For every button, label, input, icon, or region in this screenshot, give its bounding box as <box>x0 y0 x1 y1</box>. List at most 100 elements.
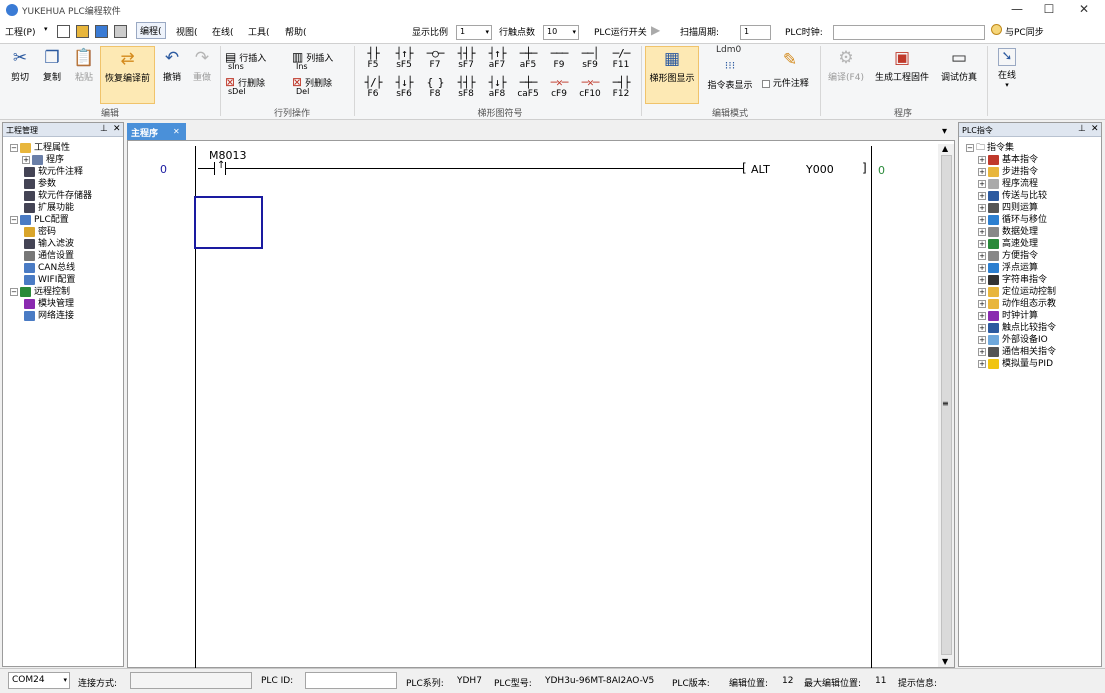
instruction-category-1[interactable]: + 步进指令 <box>966 166 1056 178</box>
ladder-symbol-cf10-button[interactable]: ─✕─ cF10 <box>577 76 603 99</box>
ladder-symbol-sf6-button[interactable]: ┤↓├ sF6 <box>391 76 417 99</box>
instruction-category-8[interactable]: + 方便指令 <box>966 250 1056 262</box>
compile-button[interactable]: ⚙ 编译(F4) <box>822 48 870 83</box>
expand-icon[interactable]: + <box>978 323 986 332</box>
instruction-category-12[interactable]: + 动作组态示教 <box>966 298 1056 310</box>
expand-icon[interactable]: + <box>978 191 986 200</box>
tree-node-3[interactable]: 参数 <box>10 178 92 190</box>
scroll-up-icon[interactable]: ▲ <box>942 144 948 153</box>
expand-icon[interactable]: + <box>978 311 986 320</box>
ladder-symbol-cf9-button[interactable]: ─✕─ cF9 <box>546 76 572 99</box>
instruction-category-4[interactable]: + 四则运算 <box>966 202 1056 214</box>
debug-sim-button[interactable]: ▭ 调试仿真 <box>936 48 982 83</box>
print-icon[interactable] <box>114 25 127 38</box>
component-comment-checkbox[interactable]: 元件注释 <box>762 76 809 89</box>
menu-project[interactable]: 工程(P) <box>5 25 35 38</box>
menu-dropdown-icon[interactable]: ▾ <box>44 25 48 33</box>
ladder-symbol-sf5-button[interactable]: ┤↑├ sF5 <box>391 47 417 70</box>
expand-icon[interactable]: + <box>978 203 986 212</box>
expand-icon[interactable]: + <box>978 155 986 164</box>
instruction-category-6[interactable]: + 数据处理 <box>966 226 1056 238</box>
close-window-button[interactable]: ✕ <box>1070 2 1098 16</box>
minimize-button[interactable]: — <box>1003 2 1031 16</box>
ladder-symbol-f9-button[interactable]: ─── F9 <box>546 47 572 70</box>
restore-button[interactable]: ⇄ 恢复编译前 <box>100 46 155 104</box>
open-folder-icon[interactable] <box>76 25 89 38</box>
paste-button[interactable]: 📋 粘贴 <box>70 48 98 83</box>
maximize-button[interactable]: ☐ <box>1035 2 1063 16</box>
menu-tools[interactable]: 工具( <box>248 25 270 38</box>
instruction-category-15[interactable]: + 外部设备IO <box>966 334 1056 346</box>
tree-node-2[interactable]: 软元件注释 <box>10 166 92 178</box>
tree-node-11[interactable]: WIFI配置 <box>10 274 92 286</box>
cut-button[interactable]: ✂ 剪切 <box>6 48 34 83</box>
instruction-category-9[interactable]: + 浮点运算 <box>966 262 1056 274</box>
rising-edge-contact[interactable]: ↑ <box>198 160 240 176</box>
instruction-category-13[interactable]: + 时钟计算 <box>966 310 1056 322</box>
instruction-category-3[interactable]: + 传送与比较 <box>966 190 1056 202</box>
menu-view[interactable]: 视图( <box>176 25 198 38</box>
tree-node-4[interactable]: 软元件存储器 <box>10 190 92 202</box>
ladder-editor[interactable]: 0 M8013 ↑ [ ALT Y000 ] 0 ▲ ≡ ▼ <box>127 140 955 669</box>
run-play-icon[interactable]: ▶ <box>651 23 660 37</box>
copy-button[interactable]: ❐ 复制 <box>38 48 66 83</box>
ladder-symbol-f7-button[interactable]: ─○─ F7 <box>422 47 448 70</box>
new-file-icon[interactable] <box>57 25 70 38</box>
redo-button[interactable]: ↷ 重做 <box>188 48 216 83</box>
tab-main-program[interactable]: 主程序 ✕ <box>127 123 186 140</box>
ladder-symbol-sf9-button[interactable]: ──│ sF9 <box>577 47 603 70</box>
vertical-scrollbar[interactable]: ▲ ≡ ▼ <box>938 144 954 667</box>
expand-icon[interactable]: + <box>978 251 986 260</box>
expand-icon[interactable]: + <box>978 287 986 296</box>
pin-icon[interactable]: ⊥ <box>100 124 108 134</box>
collapse-icon[interactable]: − <box>966 143 974 152</box>
tree-node-10[interactable]: CAN总线 <box>10 262 92 274</box>
generate-firmware-button[interactable]: ▣ 生成工程固件 <box>872 48 932 83</box>
expand-icon[interactable]: + <box>978 215 986 224</box>
tree-node-0[interactable]: − 工程属性 <box>10 142 92 154</box>
plc-id-field[interactable] <box>305 672 397 689</box>
tree-node-6[interactable]: − PLC配置 <box>10 214 92 226</box>
instruction-category-16[interactable]: + 通信相关指令 <box>966 346 1056 358</box>
cursor-selection-box[interactable] <box>194 196 263 249</box>
collapse-icon[interactable]: − <box>10 287 18 296</box>
tab-close-icon[interactable]: ✕ <box>173 127 180 136</box>
expand-icon[interactable]: + <box>978 359 986 368</box>
instruction-category-10[interactable]: + 字符串指令 <box>966 274 1056 286</box>
expand-icon[interactable]: + <box>22 155 30 164</box>
operand-y000[interactable]: Y000 <box>806 163 834 176</box>
expand-icon[interactable]: + <box>978 227 986 236</box>
undo-button[interactable]: ↶ 撤销 <box>158 48 186 83</box>
ladder-symbol-sf7-button[interactable]: ┤┤├ sF7 <box>453 47 479 70</box>
ladder-symbol-af8-button[interactable]: ┤↓├ aF8 <box>484 76 510 99</box>
menu-program[interactable]: 编程( <box>136 22 166 39</box>
instruction-category-5[interactable]: + 循环与移位 <box>966 214 1056 226</box>
expand-icon[interactable]: + <box>978 347 986 356</box>
expand-icon[interactable]: + <box>978 299 986 308</box>
online-button[interactable]: ➘ 在线 ▾ <box>993 48 1021 89</box>
ladder-symbol-f6-button[interactable]: ┤/├ F6 <box>360 76 386 99</box>
close-icon[interactable]: ✕ <box>1091 124 1099 134</box>
tree-node-12[interactable]: − 远程控制 <box>10 286 92 298</box>
instruction-category-2[interactable]: + 程序流程 <box>966 178 1056 190</box>
tree-node-7[interactable]: 密码 <box>10 226 92 238</box>
collapse-icon[interactable]: − <box>10 215 18 224</box>
menu-help[interactable]: 帮助( <box>285 25 307 38</box>
sync-pc-button[interactable]: 与PC同步 <box>1005 25 1044 38</box>
expand-icon[interactable]: + <box>978 239 986 248</box>
instruction-view-button[interactable]: ⁝⁝⁝ 指令表显示 <box>703 48 757 91</box>
instruction-category-11[interactable]: + 定位运动控制 <box>966 286 1056 298</box>
ladder-symbol-caf5-button[interactable]: ─┼─ caF5 <box>515 76 541 99</box>
pin-icon[interactable]: ⊥ <box>1078 124 1086 134</box>
ladder-symbol-f8-button[interactable]: { } F8 <box>422 76 448 99</box>
ladder-symbol-f12-button[interactable]: ─┤├ F12 <box>608 76 634 99</box>
scan-input[interactable]: 1 <box>740 25 771 40</box>
ladder-symbol-af5-button[interactable]: ─┼─ aF5 <box>515 47 541 70</box>
instruction-alt[interactable]: ALT <box>751 163 770 176</box>
ladder-symbol-sf8-button[interactable]: ┤┤├ sF8 <box>453 76 479 99</box>
expand-icon[interactable]: + <box>978 167 986 176</box>
instruction-category-17[interactable]: + 模拟量与PID <box>966 358 1056 370</box>
instruction-category-7[interactable]: + 高速处理 <box>966 238 1056 250</box>
instruction-category-14[interactable]: + 触点比较指令 <box>966 322 1056 334</box>
ladder-symbol-af7-button[interactable]: ┤↑├ aF7 <box>484 47 510 70</box>
